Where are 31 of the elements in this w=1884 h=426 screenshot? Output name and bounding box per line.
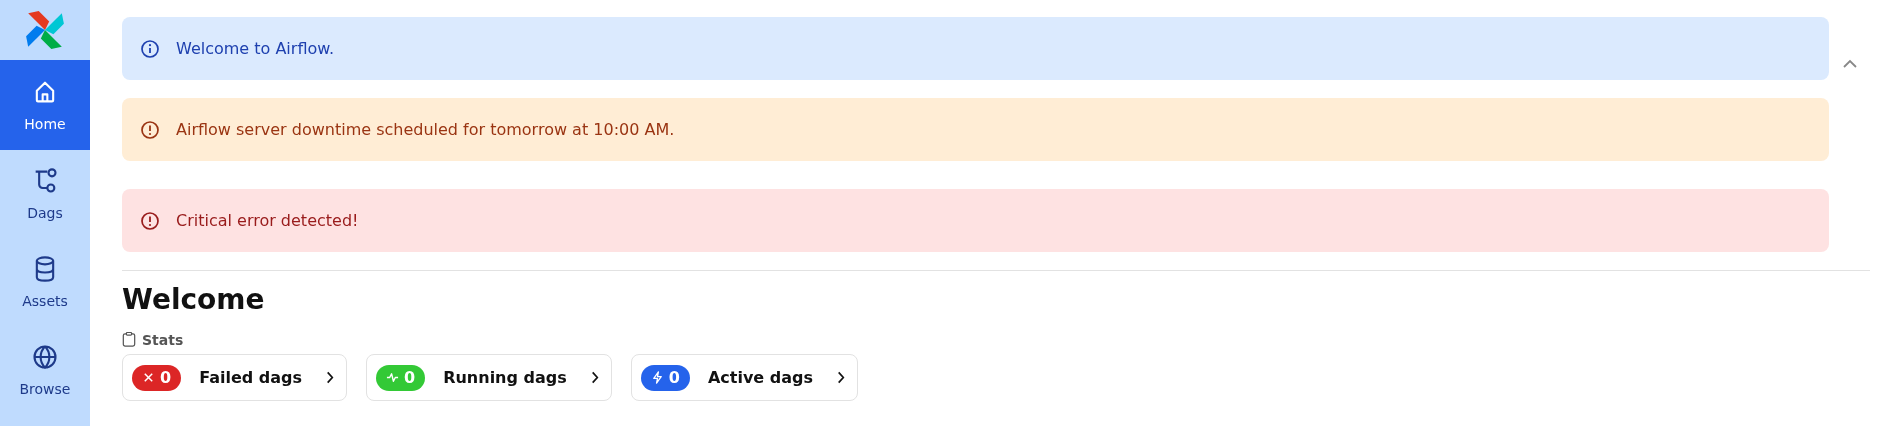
nav-item[interactable]: Home bbox=[0, 60, 90, 150]
stat-card[interactable]: 0 Failed dags bbox=[122, 354, 347, 401]
page-heading: Welcome bbox=[122, 282, 266, 318]
banner-message: Airflow server downtime scheduled for tomorrow at 10:00 AM. bbox=[176, 120, 675, 139]
alert-icon bbox=[140, 210, 160, 231]
banner-message: Welcome to Airflow. bbox=[176, 39, 334, 58]
bolt-icon bbox=[650, 371, 664, 384]
count: 0 bbox=[668, 368, 680, 387]
count: 0 bbox=[404, 368, 416, 387]
chevron-right-icon bbox=[326, 371, 334, 384]
pulse-icon bbox=[386, 371, 399, 384]
count: 0 bbox=[160, 368, 172, 387]
pinwheel-logo[interactable] bbox=[24, 9, 66, 51]
card-label: Failed dags bbox=[199, 368, 302, 387]
globe-icon bbox=[31, 343, 59, 371]
info-icon bbox=[140, 38, 160, 59]
chevron-right-icon bbox=[590, 371, 599, 384]
chevron-right-icon bbox=[837, 371, 845, 384]
card-label: Active dags bbox=[707, 368, 813, 387]
stat-card[interactable]: 0 Active dags bbox=[630, 354, 858, 401]
nav-item[interactable]: Browse bbox=[0, 326, 90, 414]
nav-item[interactable]: Assets bbox=[0, 238, 90, 326]
card-label: Running dags bbox=[443, 368, 567, 387]
stats-label: Stats bbox=[142, 331, 184, 348]
clipboard-icon bbox=[122, 331, 136, 348]
alert-icon bbox=[140, 119, 160, 140]
x-icon bbox=[142, 371, 155, 384]
collapse-chevron-icon[interactable] bbox=[1842, 59, 1857, 68]
banner-message: Critical error detected! bbox=[176, 211, 359, 230]
stat-card[interactable]: 0 Running dags bbox=[366, 354, 612, 401]
nav-item[interactable]: Dags bbox=[0, 150, 90, 238]
